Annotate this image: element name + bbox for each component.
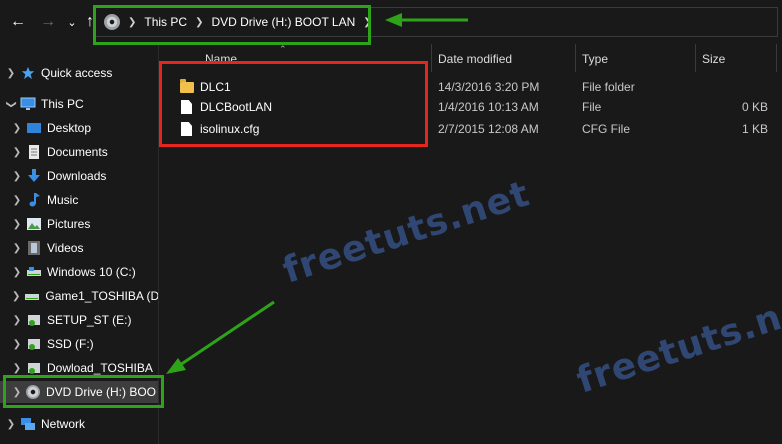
arrow-to-dvd-drive-icon: [166, 300, 275, 374]
annotation-arrows: [166, 13, 468, 374]
arrow-to-address-icon: [385, 13, 468, 27]
